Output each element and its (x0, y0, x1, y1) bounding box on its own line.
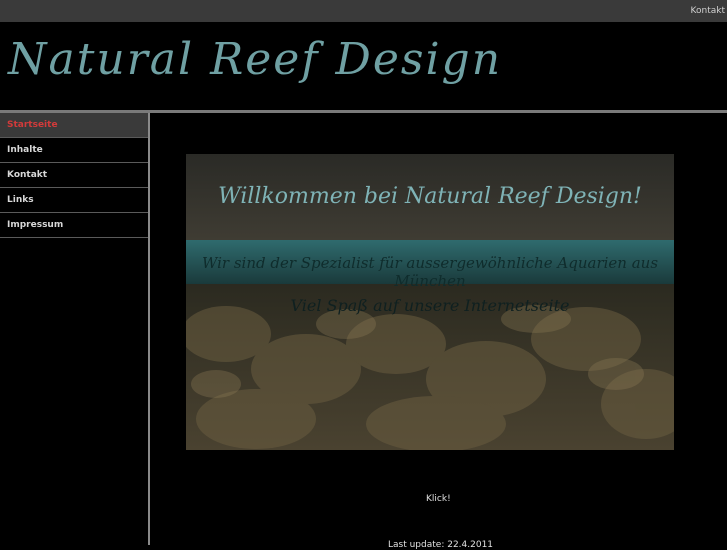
main-content: Willkommen bei Natural Reef Design! Wir … (150, 113, 727, 550)
nav-item-inhalte[interactable]: Inhalte (0, 138, 148, 163)
nav-item-kontakt[interactable]: Kontakt (0, 163, 148, 188)
top-bar: Kontakt (0, 0, 727, 22)
banner-fun-text: Viel Spaß auf unsere Internetseite (290, 296, 570, 315)
main-nav: Startseite Inhalte Kontakt Links Impress… (0, 113, 148, 238)
kontakt-link[interactable]: Kontakt (691, 6, 725, 16)
sidebar: Startseite Inhalte Kontakt Links Impress… (0, 113, 150, 545)
klick-link[interactable]: Klick! (426, 494, 451, 504)
nav-item-links[interactable]: Links (0, 188, 148, 213)
banner-welcome-text: Willkommen bei Natural Reef Design! (218, 184, 642, 209)
header: Natural Reef Design (0, 22, 727, 110)
nav-item-startseite[interactable]: Startseite (0, 113, 148, 138)
welcome-banner-image[interactable]: Willkommen bei Natural Reef Design! Wir … (186, 154, 674, 450)
nav-item-impressum[interactable]: Impressum (0, 213, 148, 238)
last-update-text: Last update: 22.4.2011 (388, 540, 494, 550)
banner-specialist-text: Wir sind der Spezialist für aussergewöhn… (201, 254, 659, 290)
site-logo[interactable]: Natural Reef Design (8, 34, 502, 85)
